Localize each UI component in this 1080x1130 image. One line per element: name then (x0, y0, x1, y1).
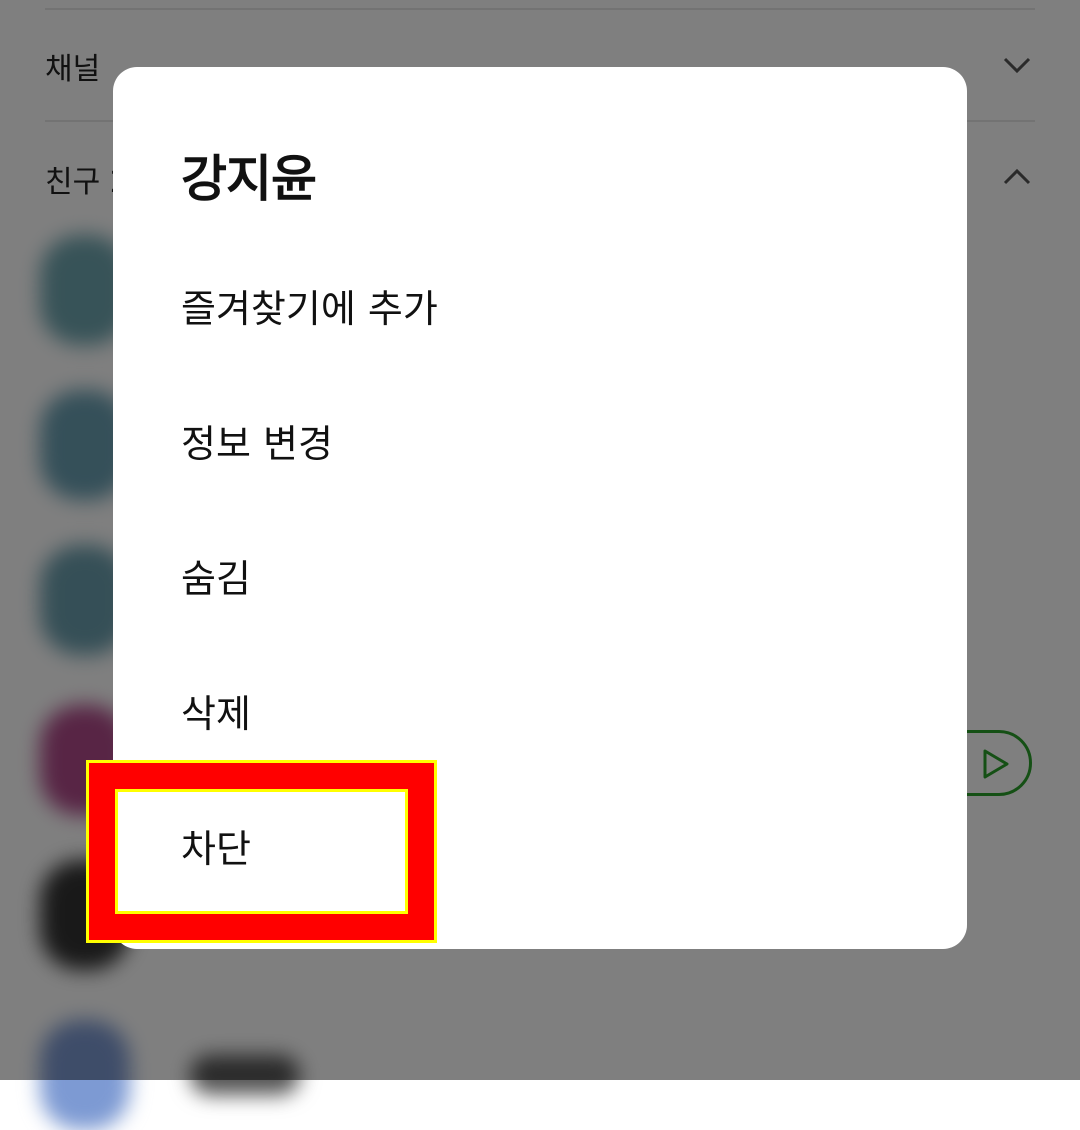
menu-item-delete[interactable]: 삭제 (113, 645, 967, 775)
menu-item-label: 숨김 (181, 557, 251, 601)
menu-item-label: 정보 변경 (181, 422, 333, 466)
menu-item-edit-info[interactable]: 정보 변경 (113, 375, 967, 505)
dialog-title: 강지윤 (181, 150, 317, 208)
menu-item-hide[interactable]: 숨김 (113, 510, 967, 640)
menu-item-label: 즐겨찾기에 추가 (181, 287, 438, 331)
highlight-inner-edge (115, 789, 408, 914)
highlight-annotation-box (86, 760, 437, 943)
menu-item-add-favorite[interactable]: 즐겨찾기에 추가 (113, 240, 967, 370)
menu-item-label: 삭제 (181, 692, 251, 736)
